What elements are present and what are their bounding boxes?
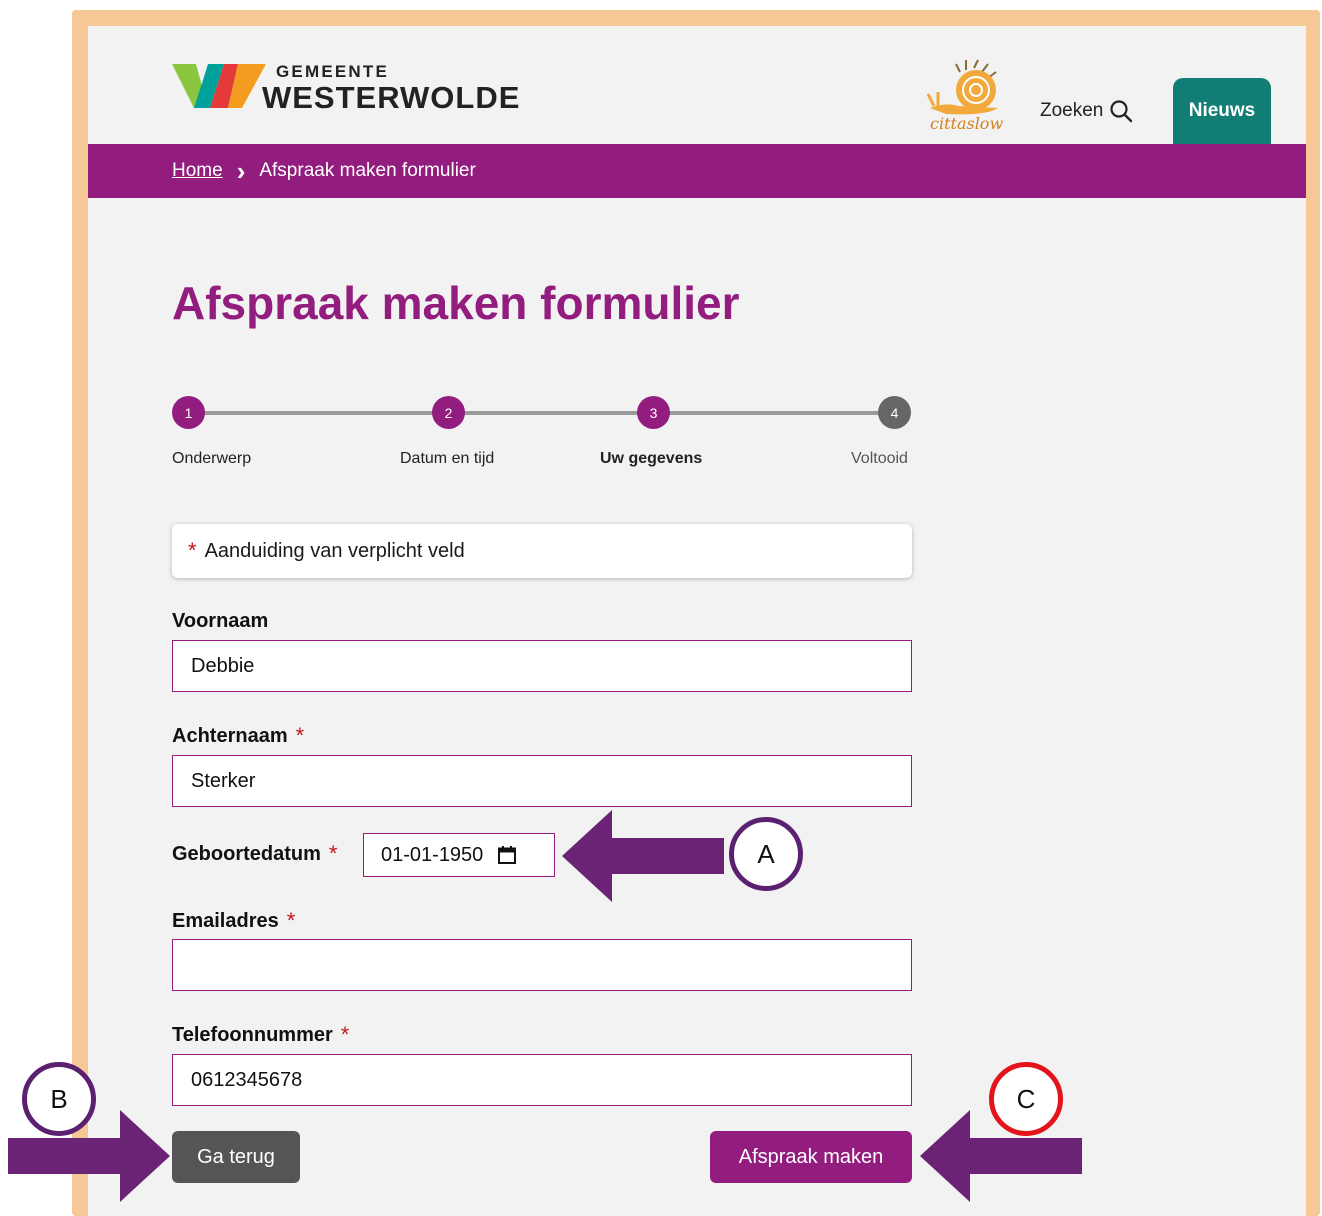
logo-top-text: GEMEENTE <box>276 62 390 81</box>
birth-date-value: 01-01-1950 <box>381 843 484 866</box>
phone-label: Telefoonnummer * <box>172 1022 349 1048</box>
step-1-dot: 1 <box>172 396 205 429</box>
snail-icon <box>926 59 998 115</box>
back-button[interactable]: Ga terug <box>172 1131 300 1183</box>
annotation-arrow-c <box>920 1110 1082 1202</box>
step-connector <box>448 411 653 415</box>
first-name-label: Voornaam <box>172 610 268 633</box>
step-2-dot: 2 <box>432 396 465 429</box>
make-appointment-button[interactable]: Afspraak maken <box>710 1131 912 1183</box>
annotation-arrow-a <box>562 810 724 902</box>
email-label: Emailadres * <box>172 908 295 934</box>
news-tab[interactable]: Nieuws <box>1173 78 1271 144</box>
logo-mark-icon <box>172 64 266 108</box>
step-connector <box>188 411 448 415</box>
required-star: * <box>340 1022 350 1047</box>
birth-date-label-text: Geboortedatum <box>172 842 321 865</box>
birth-date-input[interactable]: 01-01-1950 <box>363 833 555 877</box>
last-name-label-text: Achternaam <box>172 724 288 747</box>
search-label: Zoeken <box>1040 100 1104 121</box>
required-star: * <box>286 908 296 933</box>
last-name-label: Achternaam * <box>172 723 304 749</box>
gemeente-westerwolde-logo[interactable]: GEMEENTE WESTERWOLDE <box>172 58 532 115</box>
search-icon <box>1110 100 1133 123</box>
progress-steps: 1 2 3 4 Onderwerp Datum en tijd Uw gegev… <box>172 396 912 476</box>
required-notice: * Aanduiding van verplicht veld <box>172 524 912 578</box>
required-star: * <box>328 841 338 866</box>
email-label-text: Emailadres <box>172 909 279 932</box>
first-name-label-text: Voornaam <box>172 610 269 632</box>
breadcrumb-bar: Home › Afspraak maken formulier <box>88 144 1306 198</box>
page-title: Afspraak maken formulier <box>172 277 740 329</box>
logo-main-text: WESTERWOLDE <box>262 80 521 115</box>
step-4-label: Voltooid <box>851 450 908 467</box>
required-star: * <box>188 538 197 563</box>
annotation-arrow-b <box>8 1110 170 1202</box>
first-name-input[interactable] <box>172 640 912 692</box>
step-connector <box>653 411 895 415</box>
step-2-label: Datum en tijd <box>400 450 495 467</box>
required-notice-text: Aanduiding van verplicht veld <box>204 539 465 562</box>
site-header: GEMEENTE WESTERWOLDE cittaslow Zoeken Ni… <box>88 26 1306 144</box>
page: GEMEENTE WESTERWOLDE cittaslow Zoeken Ni… <box>88 26 1306 1216</box>
cittaslow-text: cittaslow <box>930 114 1004 133</box>
step-3-label: Uw gegevens <box>600 450 703 467</box>
birth-date-label: Geboortedatum * <box>172 841 337 867</box>
search-link[interactable]: Zoeken <box>1040 96 1133 126</box>
calendar-icon[interactable] <box>497 845 517 865</box>
email-input[interactable] <box>172 939 912 991</box>
phone-label-text: Telefoonnummer <box>172 1023 333 1046</box>
required-star: * <box>295 723 305 748</box>
chevron-right-icon: › <box>236 156 246 186</box>
phone-input[interactable] <box>172 1054 912 1106</box>
last-name-input[interactable] <box>172 755 912 807</box>
step-4-dot: 4 <box>878 396 911 429</box>
step-1-label: Onderwerp <box>172 450 252 467</box>
cittaslow-logo[interactable]: cittaslow <box>926 58 1012 138</box>
annotation-marker-a: A <box>729 817 803 891</box>
breadcrumb-current: Afspraak maken formulier <box>259 160 476 181</box>
breadcrumb-home-link[interactable]: Home <box>172 160 223 182</box>
step-3-dot: 3 <box>637 396 670 429</box>
breadcrumb: Home › Afspraak maken formulier <box>172 144 476 198</box>
